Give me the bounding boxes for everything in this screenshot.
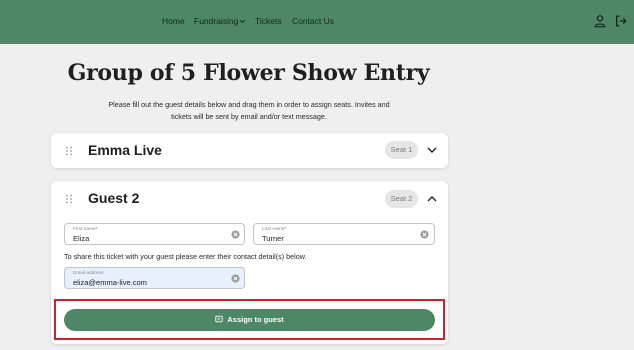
share-instructions: To share this ticket with your guest ple…: [64, 252, 307, 261]
intro-line: Please fill out the guest details below …: [108, 100, 390, 109]
first-name-value: Eliza: [73, 234, 90, 243]
user-icon[interactable]: [593, 14, 607, 28]
chevron-down-icon[interactable]: [427, 146, 437, 154]
seat-badge: Seat 2: [385, 190, 418, 208]
clear-icon[interactable]: [231, 274, 240, 283]
last-name-value: Turner: [262, 234, 284, 243]
nav-tickets-link[interactable]: Tickets: [255, 16, 282, 26]
intro-line: tickets will be sent by email and/or tex…: [171, 112, 327, 121]
logout-icon[interactable]: [614, 14, 628, 28]
drag-handle-icon[interactable]: [65, 146, 73, 156]
nav-fundraising-link[interactable]: Fundraising: [194, 16, 238, 26]
email-label: Email address: [73, 271, 104, 276]
page-title: Group of 5 Flower Show Entry: [67, 60, 430, 86]
top-navigation-bar: Home Fundraising Tickets Contact Us: [0, 0, 634, 44]
assign-button-content: Assign to guest: [64, 309, 435, 331]
assign-button-label: Assign to guest: [227, 315, 284, 324]
seat-badge: Seat 1: [385, 141, 418, 159]
clear-icon[interactable]: [231, 230, 240, 239]
nav-home-link[interactable]: Home: [162, 16, 185, 26]
clear-icon[interactable]: [420, 230, 429, 239]
last-name-label: Last name*: [262, 227, 287, 232]
ticket-icon: [215, 315, 223, 323]
last-name-field[interactable]: Last name* Turner: [253, 223, 435, 245]
assign-to-guest-button[interactable]: Assign to guest: [64, 309, 435, 331]
email-value: eliza@emma-live.com: [73, 278, 147, 287]
page-intro: Please fill out the guest details below …: [100, 99, 398, 123]
first-name-field[interactable]: First name* Eliza: [64, 223, 245, 245]
guest-name: Guest 2: [88, 190, 140, 206]
guest-card-1: Emma Live Seat 1: [51, 133, 448, 168]
nav-contact-link[interactable]: Contact Us: [292, 16, 334, 26]
email-field[interactable]: Email address eliza@emma-live.com: [64, 267, 245, 289]
drag-handle-icon[interactable]: [65, 194, 73, 204]
chevron-up-icon[interactable]: [427, 195, 437, 203]
guest-name: Emma Live: [88, 142, 162, 158]
chevron-down-icon[interactable]: [239, 18, 246, 25]
first-name-label: First name*: [73, 227, 98, 232]
